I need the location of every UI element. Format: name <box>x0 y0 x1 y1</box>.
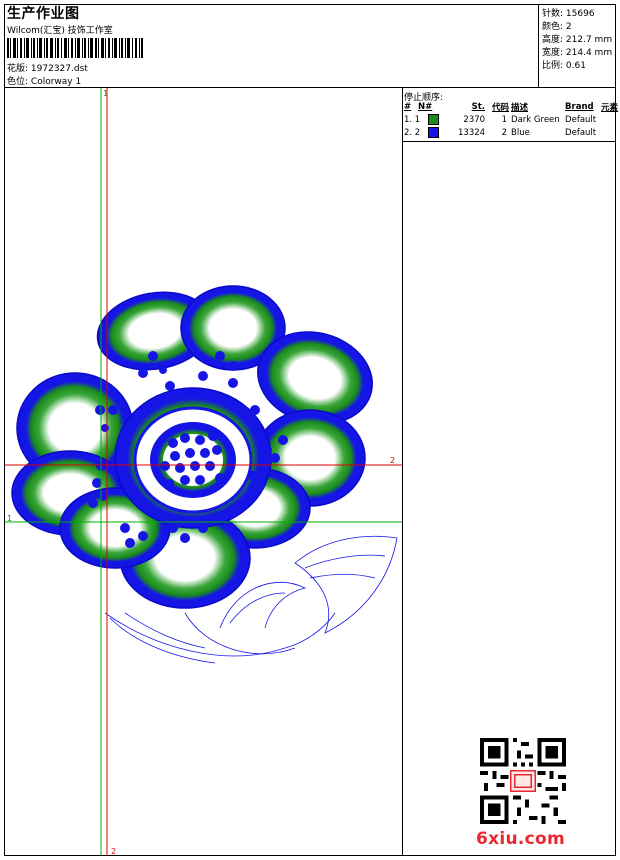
barcode <box>7 38 143 58</box>
table-row: 2. 2 13324 2 Blue Default <box>404 127 597 138</box>
panel-divider <box>402 88 403 856</box>
axis-label: 2 <box>390 456 395 465</box>
colorway-value: Colorway 1 <box>30 77 82 87</box>
qr-code <box>480 738 566 824</box>
colorway-label: 色位: <box>7 77 29 87</box>
axis-label: 1 <box>7 514 12 523</box>
design-label: 花版: <box>7 64 29 74</box>
studio-name: Wilcom(汇宝) 技饰工作室 <box>7 26 113 36</box>
page-title: 生产作业图 <box>7 6 80 22</box>
stop-table-divider <box>402 141 616 142</box>
color-swatch <box>428 127 440 138</box>
watermark: 6xiu.com <box>476 829 566 849</box>
stat-height: 高度: 212.7 mm <box>542 35 613 45</box>
colorway-info: 色位: Colorway 1 <box>7 74 81 87</box>
axis-label: 1 <box>103 89 108 98</box>
stat-width: 宽度: 214.4 mm <box>542 48 613 58</box>
stop-sequence-table: # N# St. 代码 描述 Brand 元素 1. 1 2370 1 Dark… <box>404 101 618 139</box>
stat-scale: 比例: 0.61 <box>542 61 586 71</box>
table-header: # N# St. 代码 描述 Brand 元素 <box>404 102 619 113</box>
design-info: 花版: 1972327.dst <box>7 61 88 74</box>
stat-stitches: 针数: 15696 <box>542 9 595 19</box>
flower <box>11 285 373 609</box>
stat-colors: 颜色: 2 <box>542 22 572 32</box>
stats-divider <box>538 4 539 88</box>
design-canvas: 1 2 2 1 <box>5 88 402 855</box>
color-swatch <box>428 114 440 125</box>
design-file: 1972327.dst <box>30 64 88 74</box>
table-row: 1. 1 2370 1 Dark Green Default <box>404 114 597 125</box>
axis-label: 2 <box>111 847 116 855</box>
